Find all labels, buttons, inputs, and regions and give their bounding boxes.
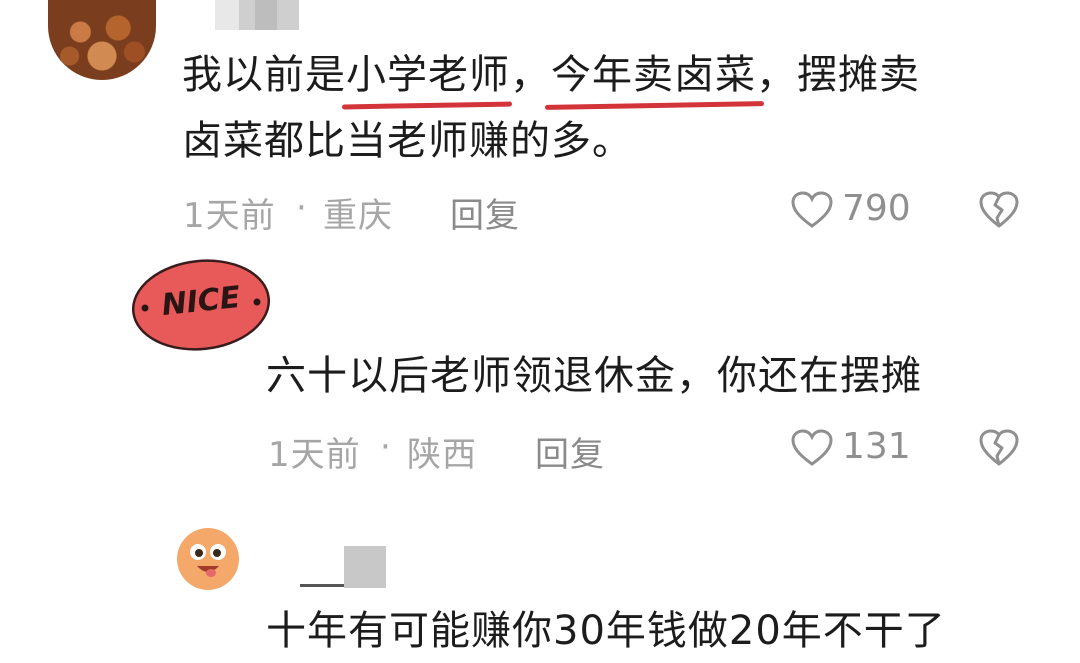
meta-separator: ·	[380, 427, 392, 467]
reply-button[interactable]: 回复	[535, 427, 605, 476]
comment-text-line2: 卤菜都比当老师赚的多。	[182, 118, 633, 164]
like-count: 790	[842, 188, 911, 229]
comment-body: 十年有可能赚你30年钱做20年不干了	[266, 608, 946, 654]
like-count: 131	[842, 426, 911, 467]
broken-heart-icon[interactable]	[978, 190, 1020, 230]
comment-time: 1天前	[268, 435, 361, 475]
avatar[interactable]	[177, 528, 239, 590]
meta-separator: ·	[296, 188, 308, 228]
comment-body: 六十以后老师领退休金，你还在摆摊	[266, 353, 922, 399]
comment-location: 陕西	[407, 435, 477, 475]
avatar[interactable]	[48, 0, 156, 80]
highlighted-phrase: 今年卖卤菜	[544, 44, 765, 110]
broken-heart-icon[interactable]	[978, 428, 1020, 468]
comment-text-segment: 我以前是	[182, 52, 346, 98]
red-underline	[341, 101, 513, 110]
heart-outline-icon[interactable]	[790, 428, 834, 468]
username-mosaic	[300, 546, 386, 588]
highlighted-phrase: 小学老师	[341, 44, 513, 110]
comment-time: 1天前	[183, 196, 276, 236]
comment-body: 我以前是小学老师 ，今年卖卤菜 ，摆摊卖	[182, 44, 920, 110]
username-mosaic	[215, 0, 299, 30]
reply-button[interactable]: 回复	[450, 188, 520, 237]
heart-outline-icon[interactable]	[790, 190, 834, 230]
avatar[interactable]: NICE	[130, 258, 272, 353]
red-underline	[544, 101, 765, 110]
comment-location: 重庆	[323, 196, 393, 236]
